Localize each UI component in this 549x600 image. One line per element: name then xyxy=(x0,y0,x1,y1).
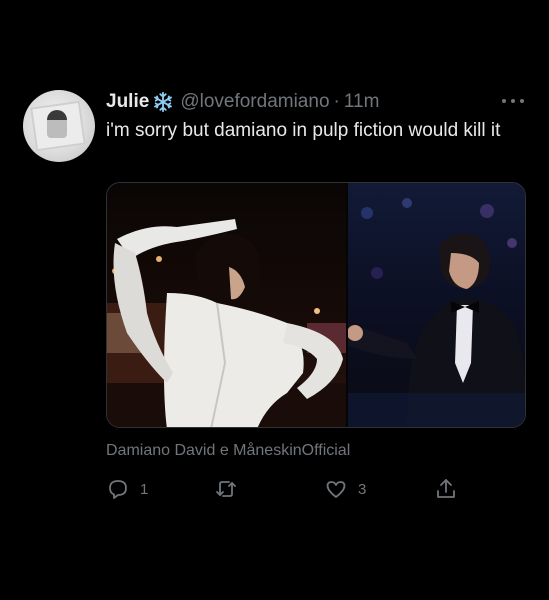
like-count: 3 xyxy=(358,480,367,498)
tweet-media[interactable] xyxy=(106,182,526,428)
reply-icon xyxy=(109,480,127,499)
share-icon xyxy=(437,479,455,498)
retweet-icon xyxy=(216,481,236,497)
snowflake-icon xyxy=(152,91,174,113)
media-panel-left xyxy=(107,183,347,427)
tweet-timestamp[interactable]: 11m xyxy=(344,91,380,113)
tweet-header: Julie @lovefordamiano · 11m xyxy=(106,90,379,114)
reply-count: 1 xyxy=(140,480,149,498)
author-name[interactable]: Julie xyxy=(106,91,149,113)
tweet-actions: 1 3 xyxy=(106,476,466,502)
tweet[interactable]: Julie @lovefordamiano · 11m i'm sorry bu… xyxy=(0,0,549,600)
avatar[interactable] xyxy=(23,90,95,162)
avatar-person xyxy=(47,110,67,138)
retweet-button[interactable] xyxy=(214,476,248,502)
more-options-icon[interactable] xyxy=(502,96,524,106)
tweet-text: i'm sorry but damiano in pulp fiction wo… xyxy=(106,120,501,141)
like-button[interactable]: 3 xyxy=(324,476,366,502)
media-caption[interactable]: Damiano David e MåneskinOfficial xyxy=(106,442,350,460)
media-panel-right xyxy=(347,183,525,427)
media-divider xyxy=(346,183,348,427)
author-handle[interactable]: @lovefordamiano xyxy=(180,91,329,113)
share-button[interactable] xyxy=(434,476,458,502)
separator-dot: · xyxy=(333,91,340,112)
heart-icon xyxy=(326,481,346,498)
reply-button[interactable]: 1 xyxy=(106,476,148,502)
